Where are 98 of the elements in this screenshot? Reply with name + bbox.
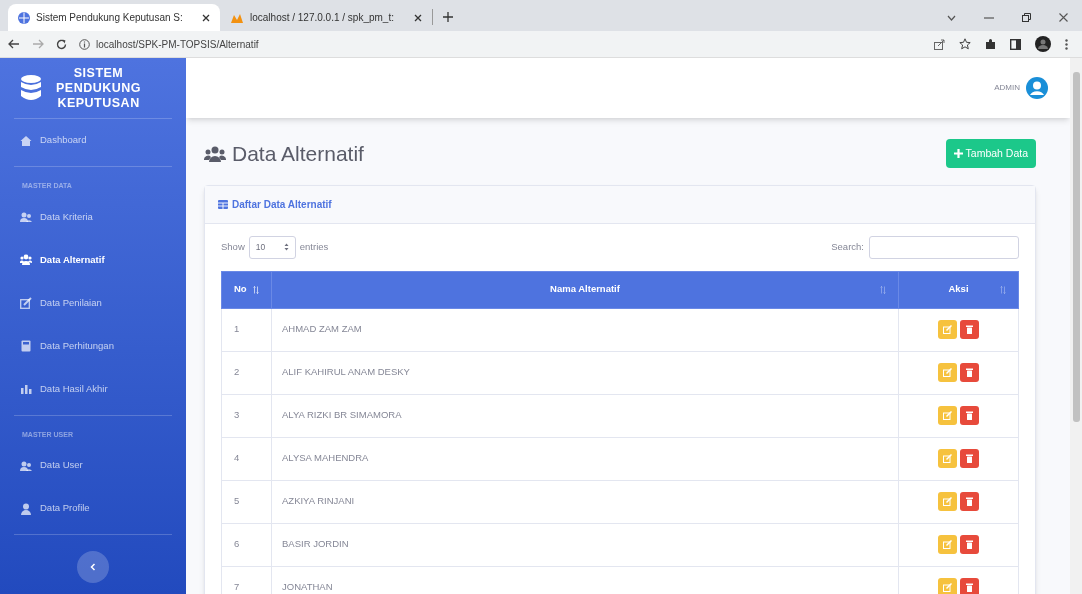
sort-icon: [253, 285, 259, 294]
table-cell: BASIR JORDIN: [271, 523, 899, 566]
home-icon: [20, 134, 32, 147]
table-cell: AHMAD ZAM ZAM: [271, 308, 899, 351]
page-size-select[interactable]: 10: [248, 235, 296, 259]
delete-button[interactable]: [960, 363, 979, 382]
delete-button[interactable]: [960, 406, 979, 425]
trash-icon: [966, 540, 973, 549]
trash-icon: [966, 368, 973, 377]
puzzle-icon[interactable]: [985, 38, 996, 50]
sidebar-item[interactable]: Dashboard: [14, 119, 172, 162]
sidebar-item[interactable]: Data Hasil Akhir: [14, 367, 172, 411]
page-title: Data Alternatif: [232, 141, 364, 167]
show-label: Show: [221, 239, 245, 254]
database-icon: [20, 74, 42, 102]
table-cell: 5: [221, 480, 272, 523]
brand-text: PENDUKUNG: [56, 80, 142, 96]
close-icon[interactable]: [202, 13, 210, 22]
brand-text: KEPUTUSAN: [57, 95, 140, 111]
back-arrow-icon[interactable]: [8, 39, 20, 49]
url-text[interactable]: localhost/SPK-PM-TOPSIS/Alternatif: [96, 36, 259, 52]
trash-icon: [966, 583, 973, 592]
tab-title: Sistem Pendukung Keputusan S:: [36, 11, 184, 25]
close-icon[interactable]: [1059, 13, 1068, 22]
table-cell: 1: [221, 308, 272, 351]
edit-icon: [943, 454, 952, 463]
browser-tab[interactable]: localhost / 127.0.0.1 / spk_pm_t:: [220, 4, 432, 31]
users-icon: [204, 145, 226, 162]
info-icon: [79, 38, 90, 50]
user-name[interactable]: ADMIN: [994, 82, 1020, 94]
bar-chart-icon: [20, 383, 32, 395]
calculator-icon: [20, 340, 32, 352]
restore-icon[interactable]: [1022, 13, 1031, 22]
user-avatar-icon[interactable]: [1026, 77, 1048, 99]
card-title: Daftar Data Alternatif: [232, 197, 332, 212]
sort-icon: [880, 285, 886, 294]
edit-icon: [943, 325, 952, 334]
table-cell: 7: [221, 566, 272, 594]
reload-icon[interactable]: [56, 38, 67, 50]
sidebar-item[interactable]: Data Penilaian: [14, 281, 172, 325]
sidebar-item[interactable]: Data Alternatif: [14, 238, 172, 282]
users-icon: [20, 254, 32, 266]
column-header[interactable]: Nama Alternatif: [271, 271, 899, 308]
search-field[interactable]: [869, 235, 1019, 259]
table-cell: AZKIYA RINJANI: [271, 480, 899, 523]
close-icon[interactable]: [414, 13, 422, 22]
edit-icon: [943, 583, 952, 592]
edit-icon: [943, 368, 952, 377]
delete-button[interactable]: [960, 320, 979, 339]
delete-button[interactable]: [960, 535, 979, 554]
collapse-button-icon[interactable]: [77, 551, 109, 583]
edit-icon: [943, 497, 952, 506]
users-icon: [20, 459, 32, 472]
user-icon: [20, 502, 32, 515]
brand-text: SISTEM: [73, 65, 124, 81]
sidebar-item[interactable]: Data Perhitungan: [14, 324, 172, 368]
table-icon: [218, 199, 228, 209]
delete-button[interactable]: [960, 449, 979, 468]
sidebar-item[interactable]: Data Profile: [14, 487, 172, 530]
table-cell: 6: [221, 523, 272, 566]
trash-icon: [966, 325, 973, 334]
delete-button[interactable]: [960, 492, 979, 511]
sidebar-item[interactable]: Data Kriteria: [14, 195, 172, 239]
delete-button[interactable]: [960, 578, 979, 594]
table-cell: 2: [221, 351, 272, 394]
updown-caret-icon: [283, 243, 289, 251]
plus-icon[interactable]: [443, 12, 453, 22]
avatar-icon[interactable]: [1035, 36, 1051, 52]
star-icon[interactable]: [959, 38, 971, 50]
menu-icon[interactable]: [1065, 38, 1068, 50]
share-icon[interactable]: [934, 38, 945, 50]
edit-icon: [20, 297, 32, 309]
sidebar-item[interactable]: Data User: [14, 444, 172, 487]
sort-icon: [1000, 285, 1006, 294]
table-cell: 4: [221, 437, 272, 480]
tab-title: localhost / 127.0.0.1 / spk_pm_t:: [250, 11, 395, 25]
globe-icon: [18, 11, 30, 24]
entries-label: entries: [299, 239, 329, 254]
column-header[interactable]: No: [221, 271, 272, 308]
sidebar-panel-icon[interactable]: [1010, 38, 1021, 50]
edit-icon: [943, 540, 952, 549]
users-icon: [20, 211, 32, 223]
plus-icon: [953, 149, 963, 159]
column-header[interactable]: Aksi: [898, 271, 1019, 308]
trash-icon: [966, 497, 973, 506]
scrollbar[interactable]: [1070, 58, 1082, 594]
chevron-down-icon[interactable]: [947, 14, 956, 21]
table-cell: 3: [221, 394, 272, 437]
browser-tab[interactable]: Sistem Pendukung Keputusan S:: [8, 4, 220, 31]
table-cell: ALYSA MAHENDRA: [271, 437, 899, 480]
search-label: Search:: [831, 239, 864, 254]
table-cell: ALIF KAHIRUL ANAM DESKY: [271, 351, 899, 394]
table-cell: ALYA RIZKI BR SIMAMORA: [271, 394, 899, 437]
edit-icon: [943, 411, 952, 420]
trash-icon: [966, 411, 973, 420]
minimize-icon[interactable]: [984, 16, 994, 19]
trash-icon: [966, 454, 973, 463]
forward-arrow-icon[interactable]: [32, 39, 44, 49]
